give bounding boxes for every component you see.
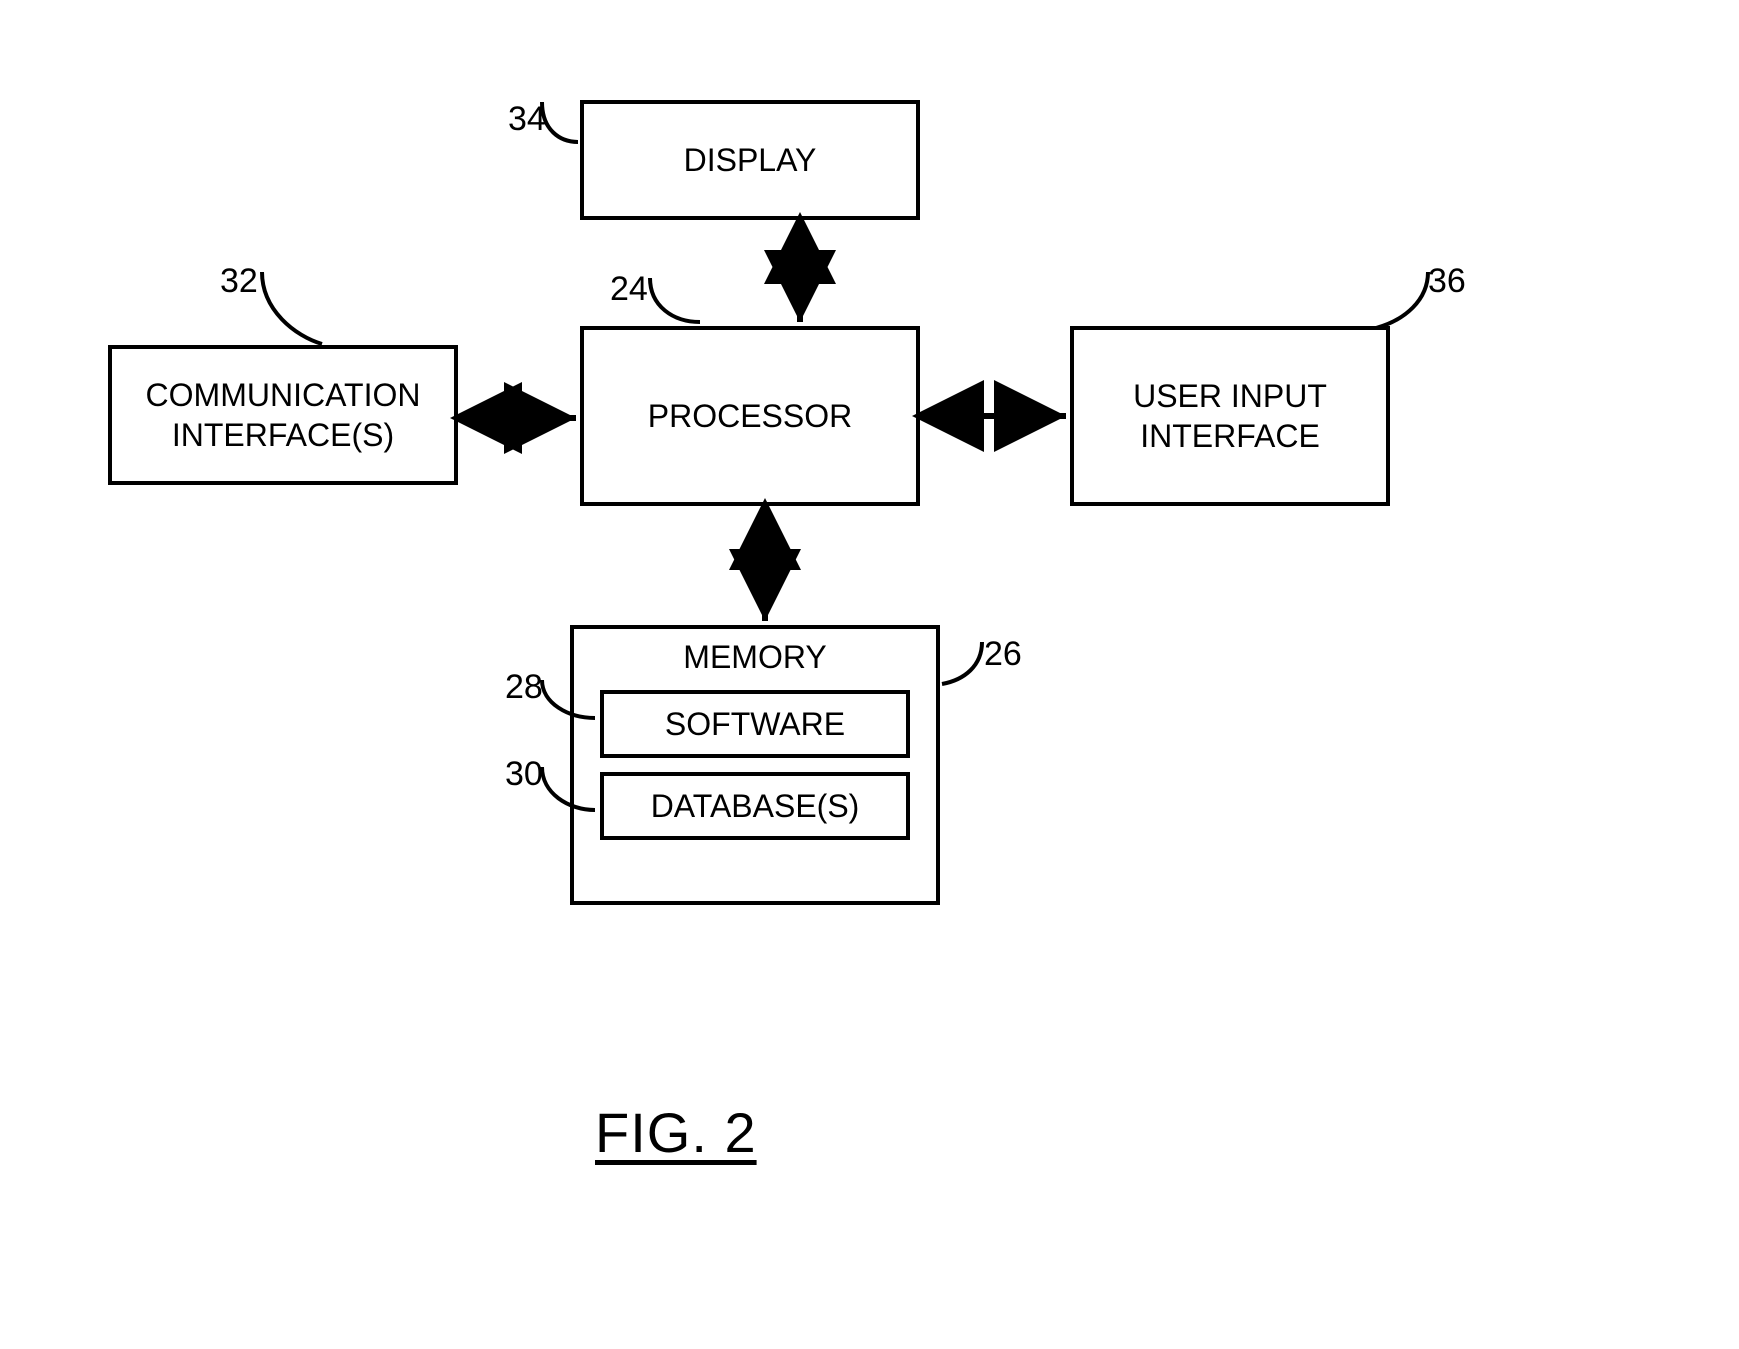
connector-display-processor (0, 0, 1739, 1349)
callout-display (540, 100, 590, 160)
callout-comm (260, 270, 330, 350)
callout-software (540, 678, 600, 733)
diagram-canvas: DISPLAY PROCESSOR COMMUNICATION INTERFAC… (0, 0, 1739, 1349)
figure-caption: FIG. 2 (595, 1100, 757, 1165)
callout-processor (648, 276, 708, 336)
callout-memory (938, 640, 988, 700)
callout-userinput (1370, 270, 1430, 340)
callout-database (540, 765, 600, 825)
